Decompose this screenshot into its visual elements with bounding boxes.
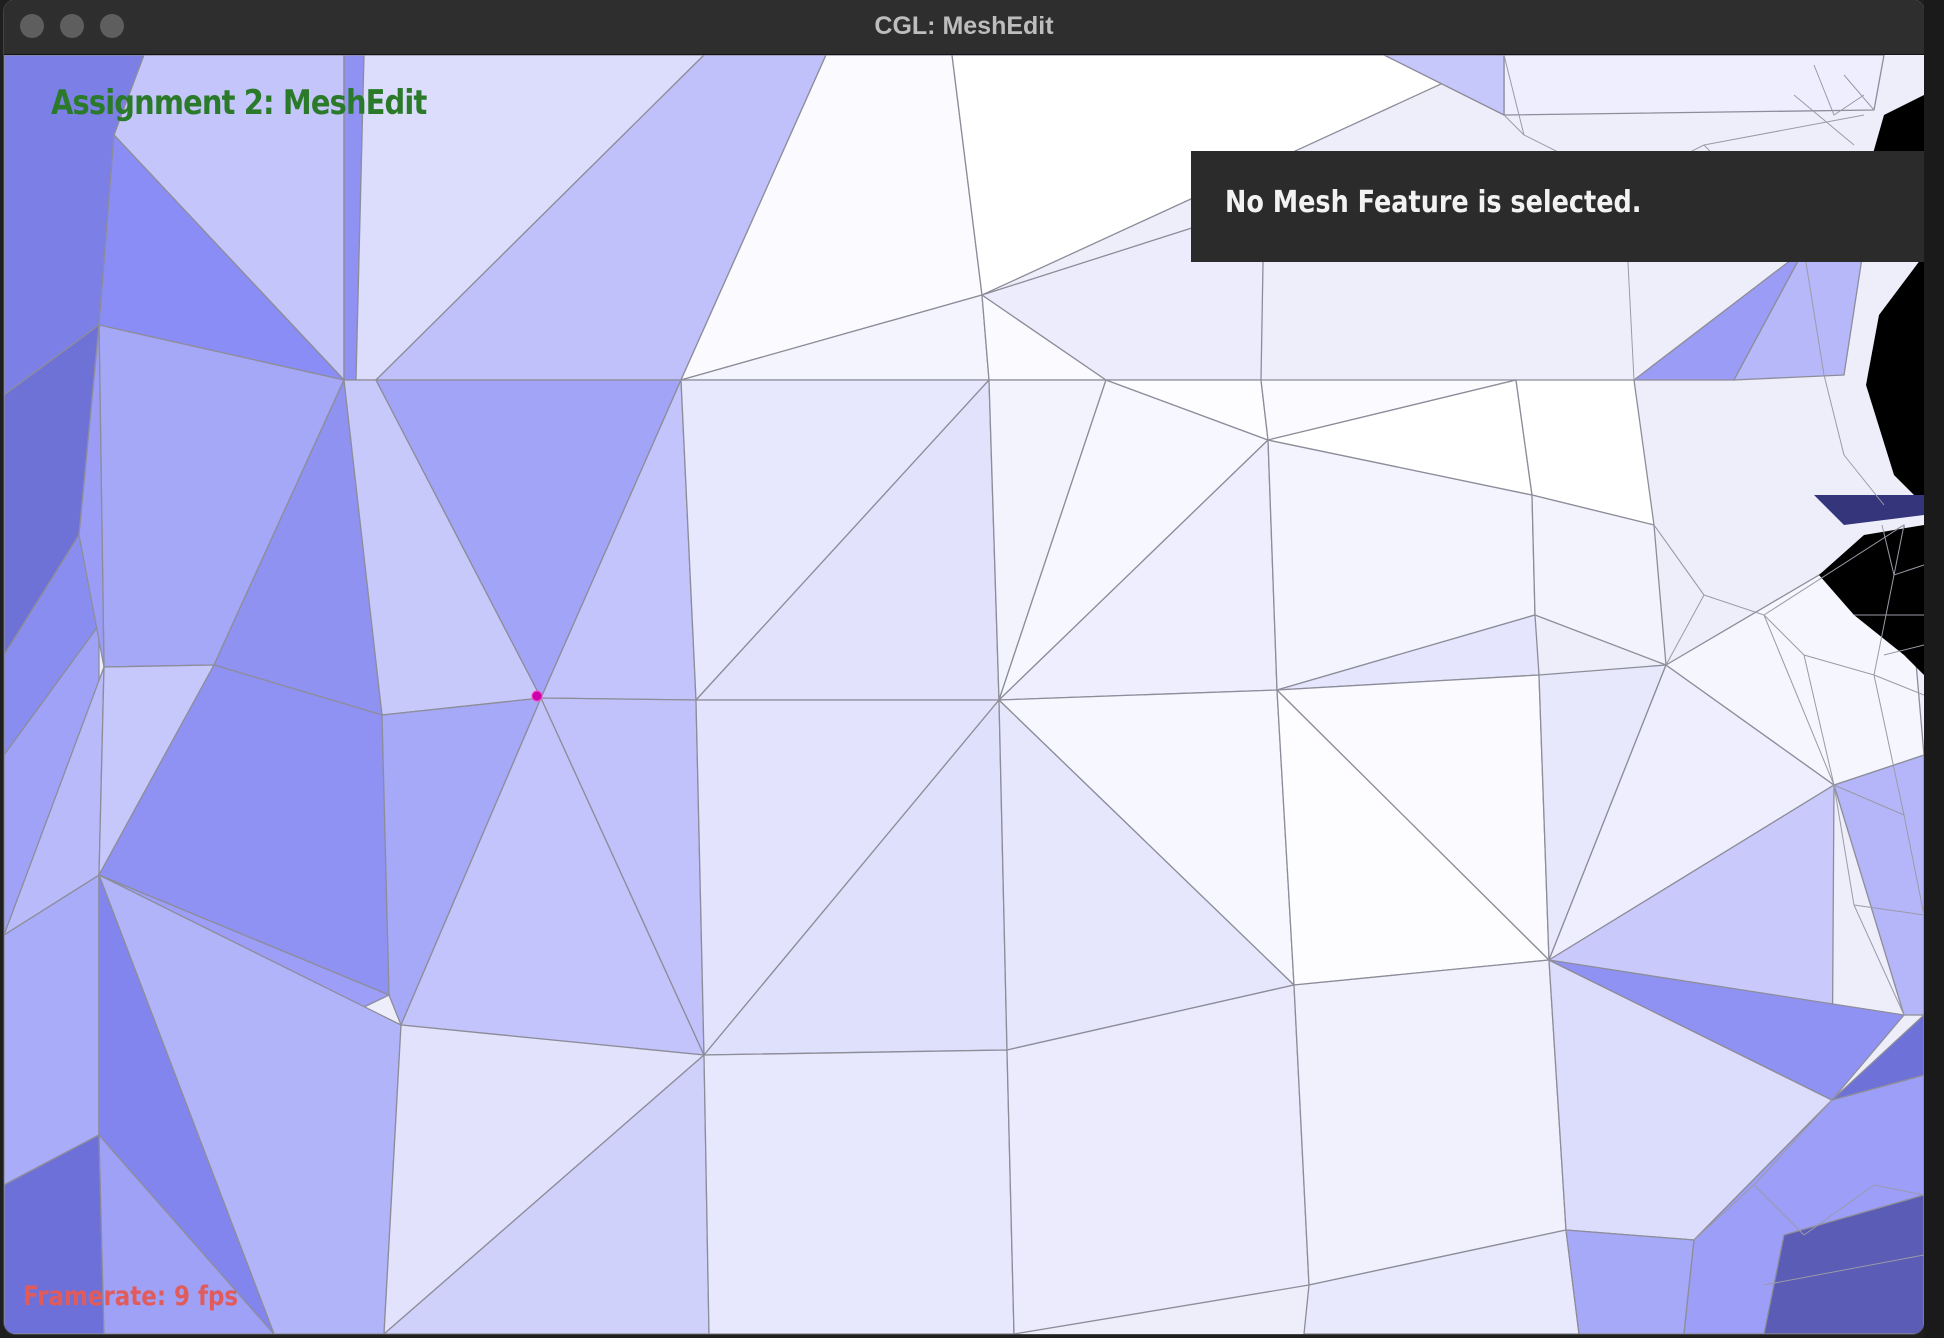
mesh-face xyxy=(1503,55,1885,116)
selection-info-panel: No Mesh Feature is selected. xyxy=(1191,151,1924,262)
window-title: CGL: MeshEdit xyxy=(874,12,1054,40)
app-window: CGL: MeshEdit Assignment 2: MeshEdit No … xyxy=(4,0,1924,1334)
mesh-face xyxy=(703,1049,1015,1334)
mesh-face xyxy=(1565,1229,1695,1334)
selection-message: No Mesh Feature is selected. xyxy=(1225,185,1642,220)
background-region xyxy=(1866,255,1924,505)
mesh-face xyxy=(1833,754,1924,1016)
title-bar[interactable]: CGL: MeshEdit xyxy=(4,0,1924,55)
mesh-face xyxy=(1814,495,1924,525)
desktop-edge xyxy=(1924,0,1944,1338)
mesh-viewport[interactable]: Assignment 2: MeshEdit No Mesh Feature i… xyxy=(4,55,1924,1334)
mesh-face xyxy=(1293,959,1567,1286)
selected-vertex[interactable] xyxy=(531,690,543,702)
framerate-label: Framerate: 9 fps xyxy=(23,1281,239,1312)
assignment-heading: Assignment 2: MeshEdit xyxy=(51,83,427,123)
